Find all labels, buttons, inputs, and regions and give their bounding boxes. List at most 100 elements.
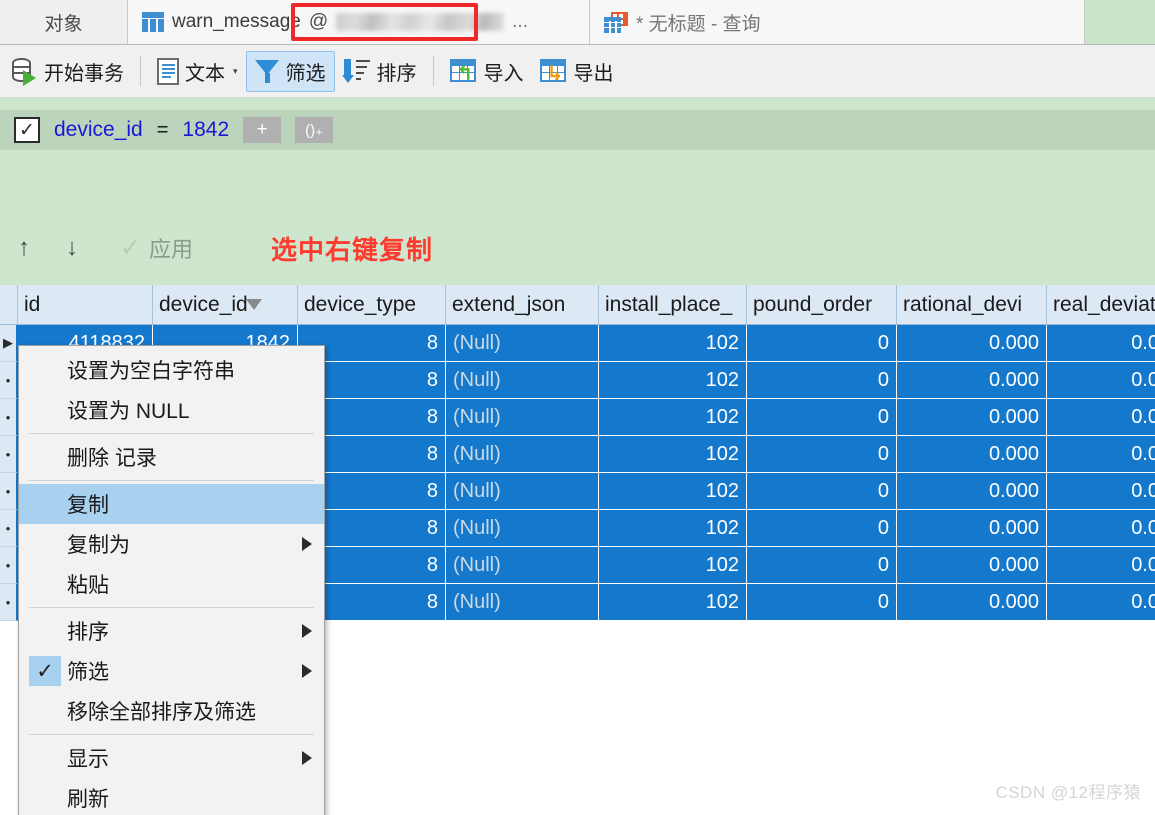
row-marker[interactable]: • bbox=[0, 399, 18, 436]
cell-install-place[interactable]: 102 bbox=[599, 362, 747, 399]
cell-install-place[interactable]: 102 bbox=[599, 584, 747, 621]
tab-untitled-query-label: * 无标题 - 查询 bbox=[636, 13, 761, 35]
menu-item-移除全部排序及筛选[interactable]: 移除全部排序及筛选 bbox=[19, 691, 324, 731]
cell-real-deviat[interactable]: 0.0 bbox=[1047, 510, 1155, 547]
add-group-button[interactable]: ()₊ bbox=[295, 117, 334, 143]
tab-untitled-query[interactable]: * 无标题 - 查询 bbox=[590, 0, 1085, 44]
cell-rational-devi[interactable]: 0.000 bbox=[897, 362, 1047, 399]
menu-item-显示[interactable]: 显示 bbox=[19, 738, 324, 778]
menu-item-排序[interactable]: 排序 bbox=[19, 611, 324, 651]
menu-item-筛选[interactable]: ✓ 筛选 bbox=[19, 651, 324, 691]
row-marker[interactable]: • bbox=[0, 362, 18, 399]
cell-rational-devi[interactable]: 0.000 bbox=[897, 584, 1047, 621]
cell-real-deviat[interactable]: 0.0 bbox=[1047, 325, 1155, 362]
cell-extend-json[interactable]: (Null) bbox=[446, 473, 599, 510]
row-marker[interactable]: • bbox=[0, 510, 18, 547]
filter-funnel-icon bbox=[254, 58, 280, 84]
column-header-id[interactable]: id bbox=[18, 285, 153, 324]
filter-enable-checkbox[interactable]: ✓ bbox=[14, 117, 40, 143]
import-button[interactable]: ↰ 导入 bbox=[442, 51, 532, 92]
cell-real-deviat[interactable]: 0.0 bbox=[1047, 436, 1155, 473]
cell-install-place[interactable]: 102 bbox=[599, 547, 747, 584]
sidebar-objects-tab[interactable]: 对象 bbox=[0, 0, 128, 44]
cell-install-place[interactable]: 102 bbox=[599, 510, 747, 547]
filter-button[interactable]: 筛选 bbox=[245, 50, 335, 92]
submenu-arrow-icon bbox=[302, 624, 312, 638]
submenu-arrow-icon bbox=[302, 751, 312, 765]
cell-rational-devi[interactable]: 0.000 bbox=[897, 399, 1047, 436]
objects-tab-label: 对象 bbox=[44, 13, 83, 35]
cell-extend-json[interactable]: (Null) bbox=[446, 510, 599, 547]
export-button-label: 导出 bbox=[573, 62, 614, 85]
column-header-install-place[interactable]: install_place_ bbox=[599, 285, 747, 324]
move-condition-down-button[interactable]: ↓ bbox=[48, 234, 96, 262]
menu-item-删除-记录[interactable]: 删除 记录 bbox=[19, 437, 324, 477]
cell-install-place[interactable]: 102 bbox=[599, 473, 747, 510]
cell-real-deviat[interactable]: 0.0 bbox=[1047, 362, 1155, 399]
cell-pound-order[interactable]: 0 bbox=[747, 584, 897, 621]
menu-item-粘贴[interactable]: 粘贴 bbox=[19, 564, 324, 604]
column-header-device-type[interactable]: device_type bbox=[298, 285, 446, 324]
cell-real-deviat[interactable]: 0.0 bbox=[1047, 399, 1155, 436]
filter-operator[interactable]: = bbox=[157, 119, 169, 142]
begin-transaction-button[interactable]: 开始事务 bbox=[4, 51, 132, 92]
cell-pound-order[interactable]: 0 bbox=[747, 436, 897, 473]
sort-button-label: 排序 bbox=[376, 62, 417, 85]
cell-real-deviat[interactable]: 0.0 bbox=[1047, 547, 1155, 584]
toolbar-divider-2 bbox=[432, 56, 434, 86]
cell-rational-devi[interactable]: 0.000 bbox=[897, 510, 1047, 547]
cell-pound-order[interactable]: 0 bbox=[747, 510, 897, 547]
cell-rational-devi[interactable]: 0.000 bbox=[897, 547, 1047, 584]
cell-pound-order[interactable]: 0 bbox=[747, 399, 897, 436]
chevron-down-icon[interactable]: ▾ bbox=[233, 66, 238, 77]
cell-extend-json[interactable]: (Null) bbox=[446, 584, 599, 621]
filter-value[interactable]: 1842 bbox=[182, 118, 229, 142]
cell-pound-order[interactable]: 0 bbox=[747, 362, 897, 399]
apply-filter-button[interactable]: ✓ 应用 bbox=[120, 232, 193, 264]
cell-install-place[interactable]: 102 bbox=[599, 325, 747, 362]
add-condition-button[interactable]: + bbox=[243, 117, 282, 143]
cell-pound-order[interactable]: 0 bbox=[747, 473, 897, 510]
cell-rational-devi[interactable]: 0.000 bbox=[897, 436, 1047, 473]
move-condition-up-button[interactable]: ↑ bbox=[0, 234, 48, 262]
cell-extend-json[interactable]: (Null) bbox=[446, 325, 599, 362]
column-header-pound-order[interactable]: pound_order bbox=[747, 285, 897, 324]
row-marker[interactable]: • bbox=[0, 584, 18, 621]
cell-rational-devi[interactable]: 0.000 bbox=[897, 473, 1047, 510]
cell-pound-order[interactable]: 0 bbox=[747, 325, 897, 362]
cell-pound-order[interactable]: 0 bbox=[747, 547, 897, 584]
cell-extend-json[interactable]: (Null) bbox=[446, 399, 599, 436]
tab-warn-message[interactable]: warn_message @ ... bbox=[128, 0, 590, 44]
text-button[interactable]: 文本 ▾ bbox=[149, 51, 246, 92]
cell-install-place[interactable]: 102 bbox=[599, 436, 747, 473]
menu-item-label: 显示 bbox=[67, 748, 109, 771]
cell-install-place[interactable]: 102 bbox=[599, 399, 747, 436]
menu-item-设置为空白字符串[interactable]: 设置为空白字符串 bbox=[19, 350, 324, 390]
cell-extend-json[interactable]: (Null) bbox=[446, 362, 599, 399]
column-header-device-id[interactable]: device_id bbox=[153, 285, 298, 324]
cell-extend-json[interactable]: (Null) bbox=[446, 436, 599, 473]
sort-button[interactable]: 排序 bbox=[335, 51, 425, 92]
cell-real-deviat[interactable]: 0.0 bbox=[1047, 473, 1155, 510]
filter-field-name[interactable]: device_id bbox=[54, 118, 143, 142]
database-play-icon bbox=[12, 57, 38, 86]
row-marker[interactable]: • bbox=[0, 436, 18, 473]
grid-context-menu: 设置为空白字符串 设置为 NULL 删除 记录复制 复制为 粘贴排序 ✓ 筛选 移除全部排序及… bbox=[18, 345, 325, 815]
menu-item-刷新[interactable]: 刷新 bbox=[19, 778, 324, 815]
cell-rational-devi[interactable]: 0.000 bbox=[897, 325, 1047, 362]
menu-item-复制为[interactable]: 复制为 bbox=[19, 524, 324, 564]
menu-item-复制[interactable]: 复制 bbox=[19, 484, 324, 524]
column-header-extend-json[interactable]: extend_json bbox=[446, 285, 599, 324]
column-header-real-deviat[interactable]: real_deviat bbox=[1047, 285, 1155, 324]
cell-real-deviat[interactable]: 0.0 bbox=[1047, 584, 1155, 621]
row-marker[interactable]: • bbox=[0, 473, 18, 510]
filter-condition-row: ✓ device_id = 1842 + ()₊ bbox=[0, 110, 1155, 150]
menu-item-设置为-NULL[interactable]: 设置为 NULL bbox=[19, 390, 324, 430]
cell-extend-json[interactable]: (Null) bbox=[446, 547, 599, 584]
row-marker[interactable]: • bbox=[0, 547, 18, 584]
column-header-real-deviat-label: real_deviat bbox=[1053, 292, 1155, 316]
filter-panel: ✓ device_id = 1842 + ()₊ ↑ ↓ ✓ 应用 选中右键复制 bbox=[0, 97, 1155, 285]
row-marker[interactable]: ▶ bbox=[0, 325, 18, 362]
export-button[interactable]: ↳ 导出 bbox=[532, 51, 622, 92]
column-header-rational-devi[interactable]: rational_devi bbox=[897, 285, 1047, 324]
